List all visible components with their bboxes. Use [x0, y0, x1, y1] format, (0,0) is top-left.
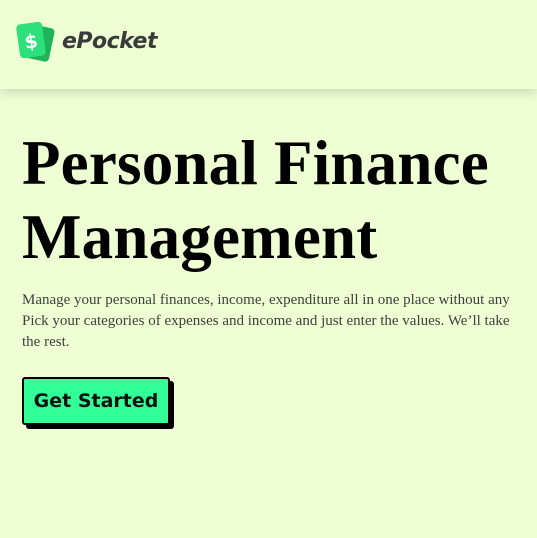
- dollar-cash-icon: $: [16, 21, 55, 62]
- title-line-2: Management: [22, 202, 378, 272]
- title-line-1: Personal Finance: [22, 128, 489, 198]
- get-started-button[interactable]: Get Started: [22, 377, 170, 425]
- description-line-2: Pick your categories of expenses and inc…: [22, 313, 510, 329]
- page-title: Personal Finance Management: [22, 126, 537, 274]
- hero-section: Personal Finance Management Manage your …: [22, 126, 537, 425]
- brand-logo-link[interactable]: $ ePocket: [14, 20, 157, 64]
- hero-description: Manage your personal finances, income, e…: [22, 290, 537, 353]
- description-line-3: the rest.: [22, 334, 70, 350]
- brand-name: ePocket: [62, 29, 157, 54]
- site-header: $ ePocket: [0, 0, 537, 89]
- description-line-1: Manage your personal finances, income, e…: [22, 292, 510, 308]
